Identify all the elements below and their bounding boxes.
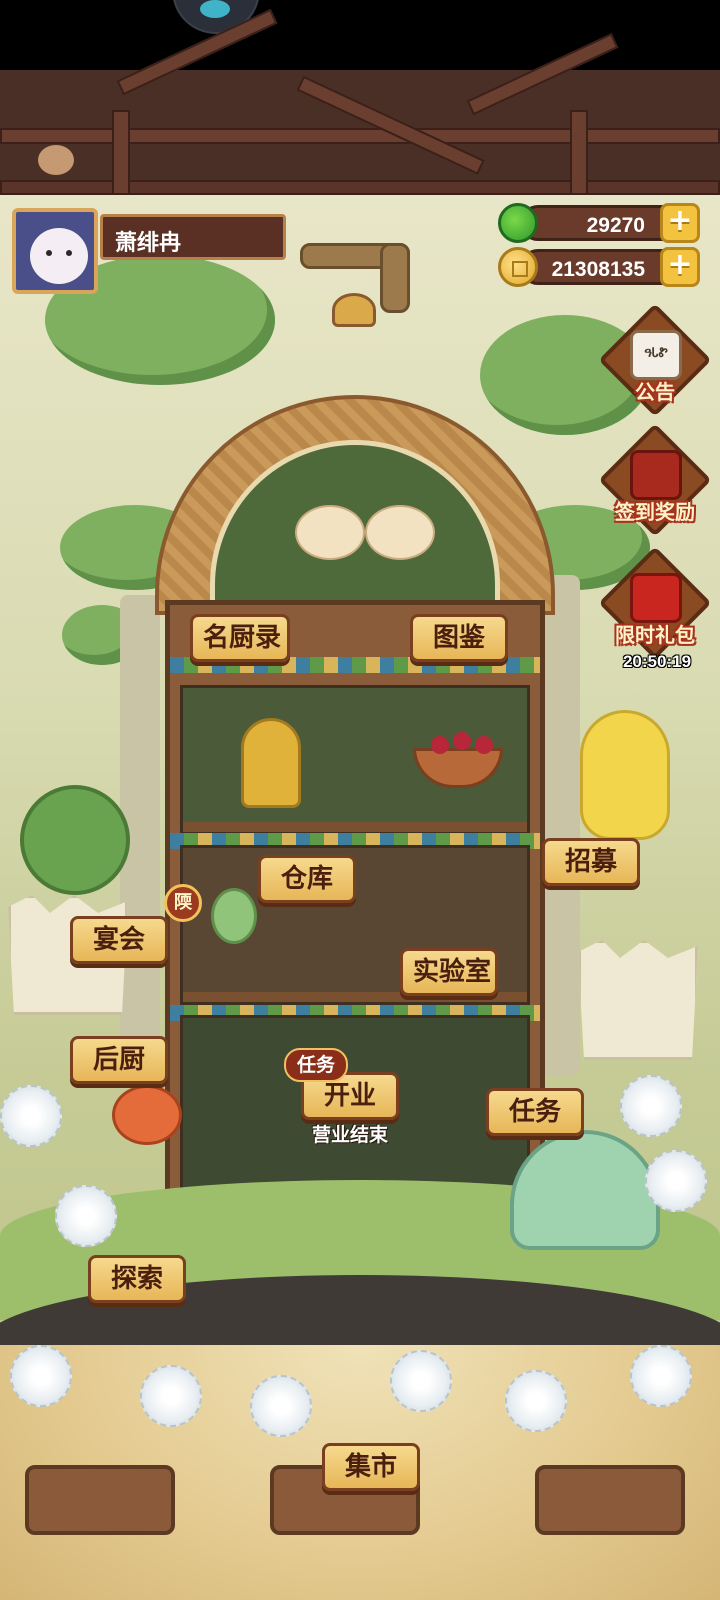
pipe <box>380 243 410 313</box>
gold-coin-value: 21308135 <box>551 258 645 281</box>
back-kitchen-button[interactable]: 后厨 <box>70 1036 168 1084</box>
player-profile[interactable]: 萧绯冉 <box>12 208 286 294</box>
open-task-tag: 任务 <box>284 1048 348 1082</box>
cherry-icon <box>431 736 449 754</box>
beam <box>570 110 588 195</box>
roof-beams <box>0 8 720 195</box>
announcement-button[interactable]: ዓᏓᏑ 公告 <box>598 303 712 422</box>
currency-green-gem: 29270 + <box>498 203 700 243</box>
signin-reward-label: 签到奖励 <box>615 500 695 524</box>
bunny-chef-icon <box>211 888 257 944</box>
announcement-label: 公告 <box>635 380 675 404</box>
cherry-icon <box>475 736 493 754</box>
dandelion-icon <box>140 1365 202 1427</box>
golden-statue-icon <box>241 718 301 808</box>
flower-icon <box>112 1085 182 1145</box>
avatar[interactable] <box>12 208 98 294</box>
dandelion-icon <box>390 1350 452 1412</box>
signin-box-icon <box>630 450 682 500</box>
dandelion-icon <box>505 1370 567 1432</box>
chef-book-button[interactable]: 名厨录 <box>190 614 290 662</box>
dandelion-icon <box>620 1075 682 1137</box>
gold-coin-icon <box>498 247 538 287</box>
floor-upper <box>180 685 530 835</box>
currency-gold-coin: 21308135 + <box>498 247 700 287</box>
dandelion-icon <box>630 1345 692 1407</box>
gift-box-icon <box>630 573 682 623</box>
recruit-button[interactable]: 招募 <box>542 838 640 886</box>
cherry-bowl-icon <box>413 748 503 788</box>
illustrated-handbook-button[interactable]: 图鉴 <box>410 614 508 662</box>
laboratory-button[interactable]: 实验室 <box>400 948 498 996</box>
limited-gift-label: 限时礼包 <box>615 623 695 647</box>
roof-bird-icon <box>38 145 74 175</box>
green-gem-icon <box>498 203 538 243</box>
market-button[interactable]: 集市 <box>322 1443 420 1491</box>
beam <box>0 180 720 195</box>
beam <box>112 110 130 195</box>
add-green-gem-button[interactable]: + <box>660 203 700 243</box>
avatar-face-icon <box>30 228 88 284</box>
banquet-badge: 陾 <box>164 884 202 922</box>
business-status: 营业结束 <box>311 1124 388 1146</box>
egg-icon <box>365 505 435 560</box>
eggshell-icon <box>578 940 698 1060</box>
player-name-plate: 萧绯冉 <box>100 214 286 260</box>
explore-button[interactable]: 探索 <box>88 1255 186 1303</box>
speech-bubble-icon: ዓᏓᏑ <box>630 330 682 380</box>
market-cart-right <box>535 1465 685 1535</box>
egg-icon <box>295 505 365 560</box>
beam <box>0 128 720 144</box>
tasks-button[interactable]: 任务 <box>486 1088 584 1136</box>
yellow-bird-icon <box>580 710 670 840</box>
dandelion-icon <box>250 1375 312 1437</box>
dandelion-icon <box>55 1185 117 1247</box>
tree-trunk <box>540 575 580 1075</box>
add-gold-coin-button[interactable]: + <box>660 247 700 287</box>
limited-gift-button[interactable]: 限时礼包 <box>598 546 712 665</box>
signin-reward-button[interactable]: 签到奖励 <box>598 423 712 542</box>
rooftop-bell-icon <box>332 293 376 327</box>
player-name: 萧绯冉 <box>115 231 182 256</box>
dandelion-icon <box>10 1345 72 1407</box>
beam <box>296 75 485 175</box>
dandelion-icon <box>0 1085 62 1147</box>
green-gem-value: 29270 <box>586 214 645 237</box>
market-cart-left <box>25 1465 175 1535</box>
cactus-icon <box>20 785 130 895</box>
banquet-button[interactable]: 宴会 <box>70 916 168 964</box>
cherry-icon <box>453 732 471 750</box>
gift-countdown: 20:50:19 <box>622 652 692 671</box>
warehouse-button[interactable]: 仓库 <box>258 855 356 903</box>
shelf <box>183 822 527 832</box>
dandelion-icon <box>645 1150 707 1212</box>
